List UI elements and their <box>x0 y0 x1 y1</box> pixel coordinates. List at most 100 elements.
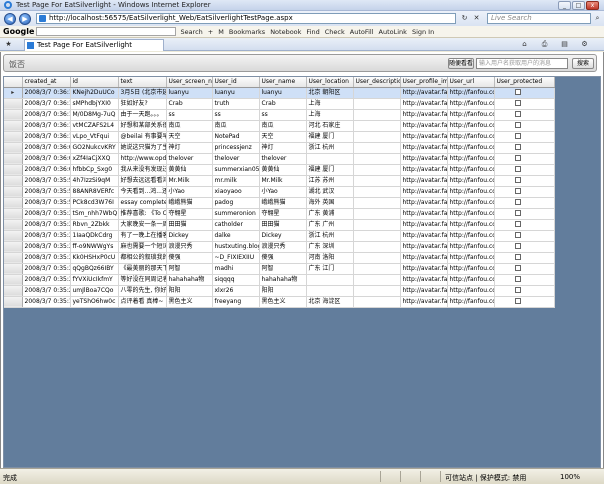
grid-cell[interactable]: http://fanfou.com <box>447 230 495 242</box>
grid-cell[interactable]: http://fanfou.com <box>447 131 495 143</box>
grid-cell[interactable]: 麻也需要一个短词 <box>118 241 167 253</box>
protected-cell[interactable] <box>494 252 555 264</box>
grid-cell[interactable]: PCk8cd3W76I <box>70 197 119 209</box>
table-row[interactable]: 2008/3/7 0:36:03xZf4IaCjXXQhttp://www.op… <box>4 153 555 165</box>
grid-cell[interactable]: http://fanfou.com <box>447 208 495 220</box>
back-button[interactable]: ◀ <box>4 12 16 25</box>
row-header[interactable] <box>4 120 23 132</box>
grid-cell[interactable] <box>353 131 401 143</box>
grid-cell[interactable] <box>353 241 401 253</box>
bookmarks-button[interactable]: Bookmarks <box>229 28 265 36</box>
protected-checkbox[interactable] <box>514 176 521 183</box>
grid-cell[interactable]: 等好没在同周记者 <box>118 274 167 286</box>
grid-cell[interactable]: 浙江 杭州 <box>306 230 354 242</box>
protected-checkbox[interactable] <box>514 242 521 249</box>
protected-checkbox[interactable] <box>514 275 521 282</box>
row-header[interactable] <box>4 175 23 187</box>
row-header[interactable] <box>4 296 23 308</box>
grid-cell[interactable]: 八零的先生, 你好 <box>118 285 167 297</box>
grid-cell[interactable]: 4h7IzzSi9qM <box>70 175 119 187</box>
grid-cell[interactable]: 阳阳 <box>166 285 213 297</box>
grid-cell[interactable]: 2008/3/7 0:36:14 <box>22 98 71 110</box>
protected-cell[interactable] <box>494 120 555 132</box>
protected-mode-status[interactable]: 可信站点 | 保护模式: 禁用 <box>445 473 526 483</box>
grid-cell[interactable]: truth <box>212 98 260 110</box>
grid-cell[interactable]: Mr.Milk <box>259 175 307 187</box>
grid-cell[interactable]: 南瓜 <box>259 120 307 132</box>
grid-cell[interactable]: 今天看到...鸿...还有 <box>118 186 167 198</box>
grid-cell[interactable]: luanyu <box>259 87 307 99</box>
table-row[interactable]: ▸2008/3/7 0:36:18KNejh2DuUCo3月5日 (北京市延..… <box>4 87 555 99</box>
table-row[interactable]: 2008/3/7 0:36:00hfbbCp_Sxg0我从来没有发现过黄黄仙su… <box>4 164 555 176</box>
grid-cell[interactable]: vLpo_VtFqui <box>70 131 119 143</box>
favorites-star-icon[interactable]: ★ <box>4 40 13 49</box>
grid-cell[interactable]: http://avatar.fanf <box>400 186 448 198</box>
grid-cell[interactable]: qQgBQz66IBY <box>70 263 119 275</box>
grid-cell[interactable]: 南瓜 <box>166 120 213 132</box>
grid-cell[interactable]: http://fanfou.com <box>447 98 495 110</box>
grid-cell[interactable] <box>353 142 401 154</box>
grid-cell[interactable] <box>353 87 401 99</box>
table-row[interactable]: 2008/3/7 0:35:584h7IzzSi9qM好想去远远看看鸿Mr.Mi… <box>4 175 555 187</box>
grid-cell[interactable]: 上海 <box>306 109 354 121</box>
grid-cell[interactable]: umJlBoa7CQo <box>70 285 119 297</box>
grid-cell[interactable]: KNejh2DuUCo <box>70 87 119 99</box>
grid-cell[interactable]: 傻强 <box>259 252 307 264</box>
grid-cell[interactable] <box>353 197 401 209</box>
table-row[interactable]: 2008/3/7 0:35:12yeTShO6hw0c点评着看 真棒~黑色主义f… <box>4 296 555 308</box>
grid-cell[interactable]: 2008/3/7 0:35:58 <box>22 186 71 198</box>
grid-cell[interactable]: hustxuting.blog <box>212 241 260 253</box>
grid-cell[interactable] <box>353 252 401 264</box>
grid-cell[interactable]: 夺翱星 <box>166 208 213 220</box>
grid-cell[interactable]: tSm_nhh7WbQ <box>70 208 119 220</box>
grid-cell[interactable]: 傻强 <box>166 252 213 264</box>
grid-cell[interactable] <box>353 285 401 297</box>
grid-cell[interactable]: http://fanfou.com <box>447 142 495 154</box>
protected-checkbox[interactable] <box>514 187 521 194</box>
page-menu-icon[interactable]: ▤ <box>560 40 569 49</box>
grid-cell[interactable]: 2008/3/7 0:35:57 <box>22 197 71 209</box>
random-view-button[interactable]: 随便看看 <box>448 58 474 69</box>
grid-cell[interactable]: 天空 <box>259 131 307 143</box>
google-plus-button[interactable]: + <box>208 28 213 36</box>
grid-cell[interactable]: 黄黄仙 <box>259 164 307 176</box>
grid-cell[interactable]: Crab <box>259 98 307 110</box>
protected-checkbox[interactable] <box>514 253 521 260</box>
grid-cell[interactable]: essay completed <box>118 197 167 209</box>
protected-checkbox[interactable] <box>514 143 521 150</box>
grid-cell[interactable]: 点评着看 真棒~ <box>118 296 167 308</box>
grid-cell[interactable]: mr.milk <box>212 175 260 187</box>
protected-cell[interactable] <box>494 142 555 154</box>
protected-checkbox[interactable] <box>514 231 521 238</box>
grid-cell[interactable] <box>353 230 401 242</box>
notebook-button[interactable]: Notebook <box>270 28 301 36</box>
grid-cell[interactable]: 小Yao <box>166 186 213 198</box>
grid-cell[interactable]: 88ANR8VERfc <box>70 186 119 198</box>
row-header[interactable] <box>4 263 23 275</box>
grid-cell[interactable] <box>306 153 354 165</box>
grid-cell[interactable]: thelover <box>166 153 213 165</box>
grid-cell[interactable]: 江苏 苏州 <box>306 175 354 187</box>
row-header[interactable] <box>4 219 23 231</box>
row-header[interactable] <box>4 274 23 286</box>
grid-cell[interactable]: 海外 英国 <box>306 197 354 209</box>
protected-cell[interactable] <box>494 186 555 198</box>
url-field[interactable]: http://localhost:56575/EatSilverlight_We… <box>36 13 456 24</box>
close-button[interactable]: x <box>586 1 599 10</box>
grid-cell[interactable]: GO2NukcvKRY <box>70 142 119 154</box>
column-header[interactable]: User_location <box>306 77 354 88</box>
grid-cell[interactable]: http://avatar.fanf <box>400 98 448 110</box>
grid-cell[interactable]: hahahaha物 <box>259 274 307 286</box>
grid-cell[interactable]: http://avatar.fanf <box>400 197 448 209</box>
grid-cell[interactable]: xlxr26 <box>212 285 260 297</box>
grid-cell[interactable]: 小Yao <box>259 186 307 198</box>
grid-cell[interactable]: http://fanfou.com <box>447 252 495 264</box>
check-button[interactable]: Check <box>325 28 345 36</box>
table-row[interactable]: 2008/3/7 0:35:33ff-o9NWWgYs麻也需要一个短词浪漫只秀h… <box>4 241 555 253</box>
grid-cell[interactable]: ss <box>166 109 213 121</box>
grid-cell[interactable]: http://fanfou.com <box>447 296 495 308</box>
grid-cell[interactable]: 2008/3/7 0:36:00 <box>22 164 71 176</box>
protected-checkbox[interactable] <box>514 286 521 293</box>
protected-checkbox[interactable] <box>514 154 521 161</box>
grid-cell[interactable] <box>306 274 354 286</box>
